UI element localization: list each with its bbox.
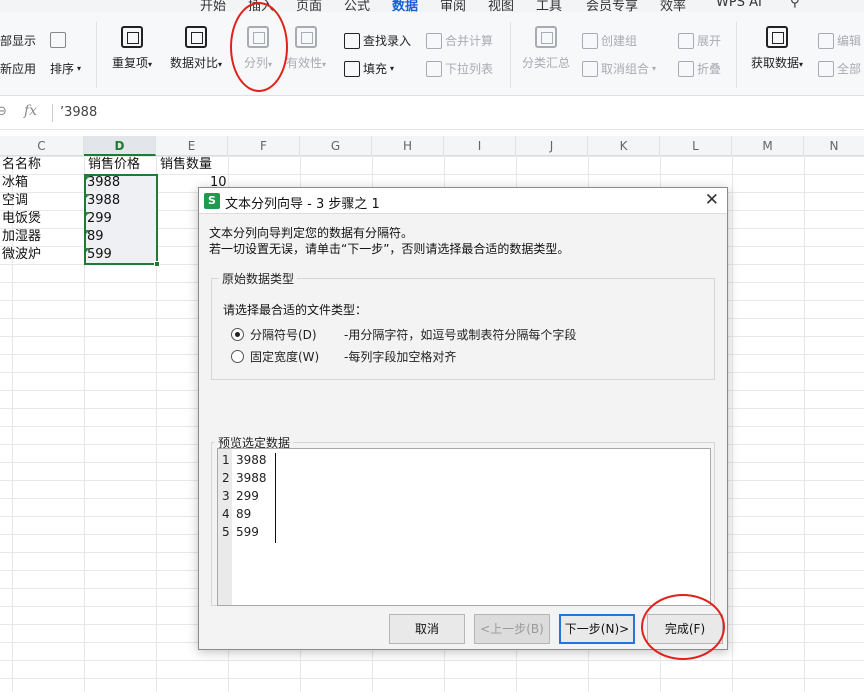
validity-icon: [295, 26, 317, 48]
formula-bar: ⊖ fx ’3988: [0, 96, 864, 130]
spreadsheet-app-icon: S: [204, 193, 220, 209]
dialog-message-line1: 文本分列向导判定您的数据有分隔符。: [209, 226, 414, 240]
refresh-all-icon: [818, 60, 834, 77]
cell-c4[interactable]: 电饭煲: [0, 210, 41, 228]
close-icon[interactable]: ✕: [705, 190, 719, 210]
create-group-icon: [582, 32, 598, 49]
dialog-message-line2: 若一切设置无误，请单击“下一步”，否则请选择最合适的数据类型。: [209, 242, 570, 256]
cell-c5[interactable]: 加湿器: [0, 228, 41, 246]
tab-formula[interactable]: 公式: [344, 0, 370, 12]
preview-column-divider: [275, 453, 276, 543]
ungroup-button[interactable]: 取消组合 ▾: [582, 60, 656, 77]
annotation-circle-finish: [641, 594, 725, 660]
cell-c1[interactable]: 名名称: [0, 156, 41, 174]
fx-icon[interactable]: fx: [24, 103, 37, 119]
column-header-e[interactable]: E: [156, 136, 228, 156]
fill-button[interactable]: 填充 ▾: [344, 60, 394, 77]
edit-links-button[interactable]: 编辑: [818, 32, 861, 49]
tab-tools[interactable]: 工具: [536, 0, 562, 12]
fill-icon: [344, 60, 360, 77]
subtotal-button[interactable]: 分类汇总: [514, 26, 578, 71]
column-header-l[interactable]: L: [660, 136, 732, 156]
selection-range: [84, 174, 158, 265]
get-data-icon: [766, 26, 788, 48]
merge-calc-button[interactable]: 合并计算: [426, 32, 493, 49]
cell-c6[interactable]: 微波炉: [0, 246, 41, 264]
cell-d1[interactable]: 销售价格: [86, 156, 140, 174]
column-header-row: C D E F G H I J K L M N: [0, 136, 864, 156]
dropdown-list-button[interactable]: 下拉列表: [426, 60, 493, 77]
data-compare-icon: [185, 26, 207, 48]
data-compare-button[interactable]: 数据对比▾: [166, 26, 226, 71]
preview-row: 1 3988: [222, 453, 267, 467]
tab-data[interactable]: 数据: [392, 0, 418, 12]
column-header-d[interactable]: D: [84, 136, 156, 156]
cell-c3[interactable]: 空调: [0, 192, 28, 210]
search-icon[interactable]: ⚲: [790, 0, 800, 10]
delimited-radio[interactable]: 分隔符号(D) -用分隔字符，如逗号或制表符分隔每个字段: [231, 326, 576, 343]
ribbon-tab-bar: 开始 插入 页面 公式 数据 审阅 视图 工具 会员专享 效率 WPS AI ⚲: [0, 0, 864, 12]
show-all-button[interactable]: 部显示: [0, 32, 36, 49]
create-group-button[interactable]: 创建组: [582, 32, 637, 49]
find-entry-icon: [344, 32, 360, 49]
preview-area[interactable]: 1 3988 2 3988 3 299 4 89 5 599: [217, 448, 711, 606]
tab-view[interactable]: 视图: [488, 0, 514, 12]
dropdown-list-icon: [426, 60, 442, 77]
radio-unselected-icon: [231, 350, 244, 363]
repeat-items-button[interactable]: 重复项▾: [102, 26, 162, 71]
sort-icon[interactable]: [50, 32, 66, 48]
file-type-prompt: 请选择最合适的文件类型：: [223, 303, 368, 317]
next-step-button[interactable]: 下一步(N)>: [559, 614, 635, 644]
text-to-columns-dialog: S 文本分列向导 - 3 步骤之 1 ✕ 文本分列向导判定您的数据有分隔符。 若…: [198, 187, 728, 650]
dialog-title: 文本分列向导 - 3 步骤之 1: [225, 197, 380, 212]
fixed-width-radio[interactable]: 固定宽度(W) -每列字段加空格对齐: [231, 348, 456, 365]
fill-handle[interactable]: [154, 261, 160, 267]
repeat-items-icon: [121, 26, 143, 48]
column-header-k[interactable]: K: [588, 136, 660, 156]
tab-page[interactable]: 页面: [296, 0, 322, 12]
tab-review[interactable]: 审阅: [440, 0, 466, 12]
preview-row: 5 599: [222, 525, 259, 539]
expand-button[interactable]: 展开: [678, 32, 721, 49]
refresh-all-button[interactable]: 全部: [818, 60, 861, 77]
sort-button[interactable]: 排序 ▾: [50, 60, 81, 77]
edit-links-icon: [818, 32, 834, 49]
subtotal-icon: [535, 26, 557, 48]
column-header-g[interactable]: G: [300, 136, 372, 156]
column-header-i[interactable]: I: [444, 136, 516, 156]
get-data-button[interactable]: 获取数据▾: [744, 26, 810, 71]
collapse-icon: [678, 60, 694, 77]
previous-step-button[interactable]: <上一步(B): [474, 614, 550, 644]
cancel-button[interactable]: 取消: [389, 614, 465, 644]
expand-icon: [678, 32, 694, 49]
column-header-j[interactable]: J: [516, 136, 588, 156]
data-type-group-title: 原始数据类型: [219, 270, 298, 287]
reapply-button[interactable]: 新应用: [0, 60, 36, 77]
zoom-icon[interactable]: ⊖: [0, 104, 7, 119]
column-header-f[interactable]: F: [228, 136, 300, 156]
column-header-h[interactable]: H: [372, 136, 444, 156]
tab-member[interactable]: 会员专享: [586, 0, 638, 12]
ungroup-icon: [582, 60, 598, 77]
cell-c2[interactable]: 冰箱: [0, 174, 28, 192]
preview-row: 3 299: [222, 489, 259, 503]
find-entry-button[interactable]: 查找录入: [344, 32, 411, 49]
radio-selected-icon: [231, 328, 244, 341]
preview-row: 4 89: [222, 507, 252, 521]
tab-wps-ai[interactable]: WPS AI: [716, 0, 762, 10]
merge-calc-icon: [426, 32, 442, 49]
tab-efficiency[interactable]: 效率: [660, 0, 686, 12]
annotation-circle-split: [230, 2, 288, 92]
column-header-m[interactable]: M: [732, 136, 804, 156]
column-header-n[interactable]: N: [804, 136, 864, 156]
dialog-title-bar: S 文本分列向导 - 3 步骤之 1 ✕: [199, 188, 727, 214]
column-header-c[interactable]: C: [0, 136, 84, 156]
tab-home[interactable]: 开始: [200, 0, 226, 12]
formula-input[interactable]: ’3988: [60, 105, 97, 120]
cell-e1[interactable]: 销售数量: [158, 156, 212, 174]
preview-row: 2 3988: [222, 471, 267, 485]
collapse-button[interactable]: 折叠: [678, 60, 721, 77]
ribbon-toolbar: 部显示 新应用 排序 ▾ 重复项▾ 数据对比▾ 分列▾ 有效性▾ 查找录入 填充 ▾…: [0, 12, 864, 96]
